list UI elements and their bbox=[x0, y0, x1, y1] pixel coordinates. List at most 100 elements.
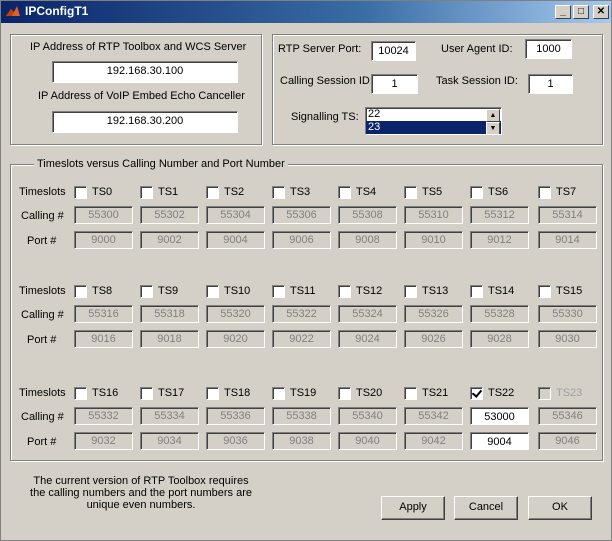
checkbox-label-ts15: TS15 bbox=[556, 285, 583, 297]
task-session-input[interactable]: 1 bbox=[528, 74, 573, 94]
listbox-scrollbar[interactable]: ▲ ▼ bbox=[486, 109, 500, 134]
checkbox-ts8[interactable] bbox=[74, 285, 87, 298]
close-button[interactable]: ✕ bbox=[593, 5, 609, 19]
info-note-line-3: unique even numbers. bbox=[86, 499, 196, 511]
checkbox-ts14[interactable] bbox=[470, 285, 483, 298]
checkbox-ts18[interactable] bbox=[206, 387, 219, 400]
calling-input-ts9: 55318 bbox=[140, 305, 199, 323]
port-input-ts22[interactable]: 9004 bbox=[470, 432, 529, 450]
checkbox-ts3[interactable] bbox=[272, 186, 285, 199]
cancel-button[interactable]: Cancel bbox=[454, 496, 518, 520]
apply-button[interactable]: Apply bbox=[381, 496, 445, 520]
checkbox-ts6[interactable] bbox=[470, 186, 483, 199]
rtp-ip-label: IP Address of RTP Toolbox and WCS Server bbox=[30, 41, 247, 53]
port-input-ts23: 9046 bbox=[538, 432, 597, 450]
checkbox-ts19[interactable] bbox=[272, 387, 285, 400]
timeslots-row-label: Timeslots bbox=[19, 387, 66, 399]
user-agent-input[interactable]: 1000 bbox=[525, 39, 572, 59]
checkbox-label-ts10: TS10 bbox=[224, 285, 251, 297]
port-input-ts14: 9028 bbox=[470, 330, 529, 348]
checkbox-label-ts19: TS19 bbox=[290, 387, 317, 399]
checkbox-label-ts23: TS23 bbox=[556, 387, 583, 399]
calling-session-input[interactable]: 1 bbox=[371, 74, 418, 94]
calling-input-ts19: 55338 bbox=[272, 407, 331, 425]
checkbox-label-ts11: TS11 bbox=[290, 285, 316, 297]
checkbox-ts1[interactable] bbox=[140, 186, 153, 199]
calling-input-ts15: 55330 bbox=[538, 305, 597, 323]
minimize-button[interactable]: _ bbox=[555, 5, 571, 19]
info-note: The current version of RTP Toolbox requi… bbox=[21, 475, 261, 511]
calling-input-ts16: 55332 bbox=[74, 407, 133, 425]
calling-input-ts10: 55320 bbox=[206, 305, 265, 323]
checkbox-label-ts16: TS16 bbox=[92, 387, 119, 399]
signalling-ts-listbox[interactable]: 22 23 ▲ ▼ bbox=[365, 107, 502, 135]
server-port-label: RTP Server Port: bbox=[278, 43, 362, 55]
calling-input-ts11: 55322 bbox=[272, 305, 331, 323]
checkbox-ts9[interactable] bbox=[140, 285, 153, 298]
port-input-ts17: 9034 bbox=[140, 432, 199, 450]
signalling-option-23[interactable]: 23 bbox=[366, 121, 501, 134]
ok-button[interactable]: OK bbox=[528, 496, 592, 520]
calling-input-ts5: 55310 bbox=[404, 206, 463, 224]
title-bar[interactable]: IPConfigT1 _ □ ✕ bbox=[1, 1, 611, 23]
checkbox-label-ts8: TS8 bbox=[92, 285, 113, 297]
rtp-ip-input[interactable]: 192.168.30.100 bbox=[52, 61, 238, 83]
checkbox-label-ts4: TS4 bbox=[356, 186, 377, 198]
checkbox-label-ts13: TS13 bbox=[422, 285, 449, 297]
checkbox-ts4[interactable] bbox=[338, 186, 351, 199]
checkbox-ts20[interactable] bbox=[338, 387, 351, 400]
port-input-ts7: 9014 bbox=[538, 231, 597, 249]
checkbox-ts22[interactable] bbox=[470, 387, 483, 400]
scroll-up-icon[interactable]: ▲ bbox=[486, 109, 500, 122]
port-input-ts20: 9040 bbox=[338, 432, 397, 450]
info-note-line-2: the calling numbers and the port numbers… bbox=[30, 487, 252, 499]
calling-row-label: Calling # bbox=[21, 309, 64, 321]
calling-input-ts7: 55314 bbox=[538, 206, 597, 224]
info-note-line-1: The current version of RTP Toolbox requi… bbox=[33, 475, 249, 487]
port-input-ts6: 9012 bbox=[470, 231, 529, 249]
checkbox-ts7[interactable] bbox=[538, 186, 551, 199]
checkbox-ts21[interactable] bbox=[404, 387, 417, 400]
checkbox-label-ts21: TS21 bbox=[422, 387, 449, 399]
server-port-input[interactable]: 10024 bbox=[371, 41, 416, 61]
checkbox-ts0[interactable] bbox=[74, 186, 87, 199]
user-agent-label: User Agent ID: bbox=[441, 43, 513, 55]
checkbox-ts10[interactable] bbox=[206, 285, 219, 298]
checkbox-ts23 bbox=[538, 387, 551, 400]
calling-input-ts12: 55324 bbox=[338, 305, 397, 323]
checkbox-ts11[interactable] bbox=[272, 285, 285, 298]
matlab-icon bbox=[6, 6, 20, 16]
calling-input-ts17: 55334 bbox=[140, 407, 199, 425]
calling-input-ts22[interactable]: 53000 bbox=[470, 407, 529, 425]
checkbox-ts5[interactable] bbox=[404, 186, 417, 199]
port-input-ts5: 9010 bbox=[404, 231, 463, 249]
ipconfig-window: IPConfigT1 _ □ ✕ IP Address of RTP Toolb… bbox=[0, 0, 612, 541]
calling-input-ts23: 55346 bbox=[538, 407, 597, 425]
checkbox-ts13[interactable] bbox=[404, 285, 417, 298]
port-input-ts0: 9000 bbox=[74, 231, 133, 249]
scroll-down-icon[interactable]: ▼ bbox=[486, 122, 500, 134]
signalling-option-22[interactable]: 22 bbox=[366, 108, 501, 121]
checkbox-label-ts0: TS0 bbox=[92, 186, 113, 198]
checkbox-ts2[interactable] bbox=[206, 186, 219, 199]
window-title: IPConfigT1 bbox=[25, 4, 89, 18]
checkbox-label-ts14: TS14 bbox=[488, 285, 515, 297]
maximize-button[interactable]: □ bbox=[573, 5, 589, 19]
calling-input-ts1: 55302 bbox=[140, 206, 199, 224]
calling-input-ts18: 55336 bbox=[206, 407, 265, 425]
checkbox-label-ts5: TS5 bbox=[422, 186, 443, 198]
port-input-ts19: 9038 bbox=[272, 432, 331, 450]
checkbox-label-ts3: TS3 bbox=[290, 186, 311, 198]
calling-session-label: Calling Session ID: bbox=[280, 75, 373, 87]
port-input-ts11: 9022 bbox=[272, 330, 331, 348]
port-input-ts1: 9002 bbox=[140, 231, 199, 249]
checkbox-label-ts2: TS2 bbox=[224, 186, 245, 198]
checkbox-ts16[interactable] bbox=[74, 387, 87, 400]
checkbox-ts12[interactable] bbox=[338, 285, 351, 298]
voip-ip-input[interactable]: 192.168.30.200 bbox=[52, 111, 238, 133]
checkbox-ts17[interactable] bbox=[140, 387, 153, 400]
checkbox-label-ts18: TS18 bbox=[224, 387, 251, 399]
checkbox-label-ts17: TS17 bbox=[158, 387, 185, 399]
checkbox-ts15[interactable] bbox=[538, 285, 551, 298]
checkbox-label-ts1: TS1 bbox=[158, 186, 179, 198]
